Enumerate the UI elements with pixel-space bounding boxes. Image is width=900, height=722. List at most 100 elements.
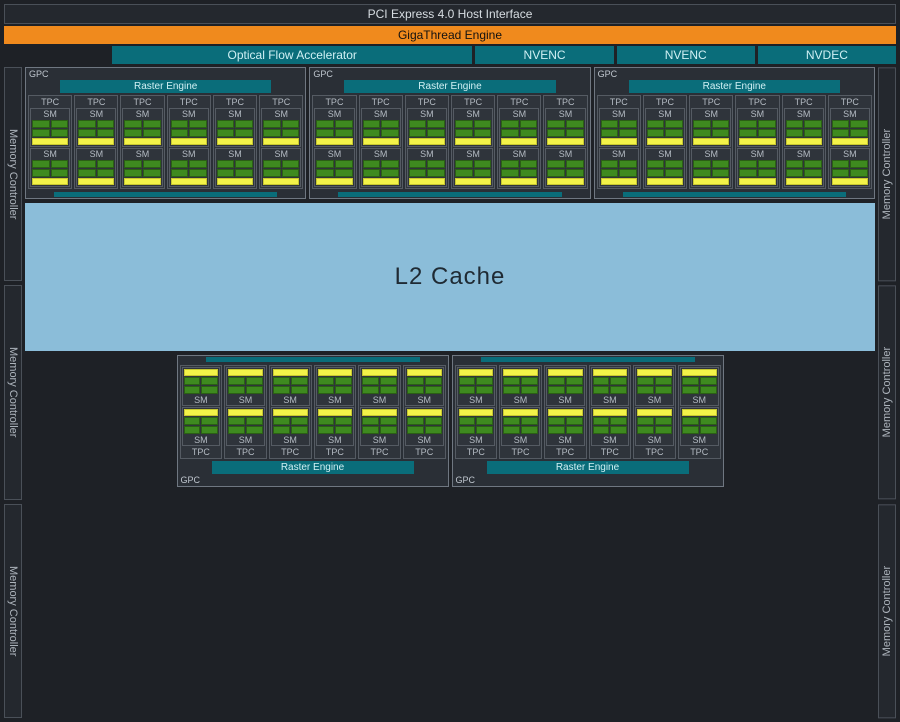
memory-controller: Memory Controller [4, 285, 22, 499]
sm: SM [271, 367, 310, 406]
tpc-label: TPC [500, 447, 541, 458]
tpc-row: SMSMTPCSMSMTPCSMSMTPCSMSMTPCSMSMTPCSMSMT… [453, 363, 723, 459]
tpc: TPC SM SM [213, 95, 257, 189]
raster-engine: Raster Engine [487, 461, 689, 474]
sm-label: SM [124, 109, 160, 119]
sm-label: SM [832, 149, 868, 159]
sm-label: SM [637, 395, 672, 405]
sm: SM [261, 108, 301, 147]
sm-label: SM [601, 149, 637, 159]
memory-controller: Memory Controller [878, 504, 896, 718]
tpc-label: TPC [690, 96, 732, 107]
tpc: TPCSMSM [782, 95, 826, 189]
l2-cache: L2 Cache [25, 203, 875, 351]
main-row: Memory Controller Memory Controller Memory… [4, 67, 896, 718]
tpc: SMSMTPC [358, 365, 401, 459]
sm: SM [501, 407, 540, 446]
sm: SM [271, 407, 310, 446]
tpc-label: TPC [214, 96, 256, 107]
gpc: GPCRaster EngineTPCSMSMTPCSMSMTPCSMSMTPC… [25, 67, 306, 199]
memory-controller: Memory Controller [4, 504, 22, 718]
tpc: TPCSMSM [259, 95, 303, 189]
sm-label: SM [407, 435, 442, 445]
sm-label: SM [409, 149, 445, 159]
sm: SM [122, 108, 162, 147]
gpc: GPCSMSMTPCSMSMTPCSMSMTPCSMSMTPCSMSMTPCSM… [452, 355, 724, 487]
sm: SM [546, 407, 585, 446]
sm: SM [314, 148, 354, 187]
sm: SM [501, 367, 540, 406]
tpc: TPCSMSM [74, 95, 118, 189]
tpc: TPCSMSM [28, 95, 72, 189]
sm-label: SM [548, 395, 583, 405]
sm-label: SM [786, 149, 822, 159]
sm: SM [737, 148, 777, 187]
sm: SM [316, 407, 355, 446]
raster-engine: Raster Engine [629, 80, 840, 93]
tpc-label: TPC [29, 96, 71, 107]
sm: SM [30, 148, 70, 187]
sm-label: SM [78, 109, 114, 119]
nvenc-block-2: NVENC [617, 46, 755, 64]
tpc: TPCSMSM [828, 95, 872, 189]
tpc: TPCSMSM [451, 95, 495, 189]
sm: SM [405, 367, 444, 406]
sm-label: SM [501, 109, 537, 119]
tpc: TPCSMSM [597, 95, 641, 189]
tpc-label: TPC [260, 96, 302, 107]
tpc-label: TPC [406, 96, 448, 107]
sm-label: SM [318, 435, 353, 445]
sm: SM [457, 407, 496, 446]
sm-label: SM [217, 109, 253, 119]
sm-label: SM [363, 109, 399, 119]
sm-label: SM [601, 109, 637, 119]
tpc-label: TPC [679, 447, 720, 458]
center-column: GPCRaster EngineTPCSMSMTPCSMSMTPCSMSMTPC… [25, 67, 875, 718]
pci-host-interface: PCI Express 4.0 Host Interface [4, 4, 896, 24]
sm-label: SM [171, 149, 207, 159]
tpc: SMSMTPC [180, 365, 223, 459]
tpc-label: TPC [452, 96, 494, 107]
sm: SM [635, 367, 674, 406]
sm: SM [591, 367, 630, 406]
tpc-row: TPCSMSMTPCSMSMTPCSMSMTPCSMSMTPCSMSMTPCSM… [595, 95, 874, 191]
tpc-label: TPC [644, 96, 686, 107]
sm: SM [545, 108, 585, 147]
tpc: SMSMTPC [633, 365, 676, 459]
sm: SM [169, 148, 209, 187]
rop-bar [481, 357, 695, 362]
sm: SM [645, 148, 685, 187]
tpc-label: TPC [545, 447, 586, 458]
sm-label: SM [184, 395, 219, 405]
sm-label: SM [228, 435, 263, 445]
rop-bar [623, 192, 846, 197]
memory-controller: Memory Controller [878, 285, 896, 499]
sm-label: SM [263, 149, 299, 159]
sm: SM [830, 108, 870, 147]
sm: SM [76, 148, 116, 187]
sm-label: SM [786, 109, 822, 119]
sm: SM [453, 148, 493, 187]
sm: SM [546, 367, 585, 406]
sm-label: SM [682, 435, 717, 445]
tpc-row: TPCSMSMTPCSMSMTPCSMSMTPCSMSMTPCSMSMTPCSM… [310, 95, 589, 191]
sm-label: SM [832, 109, 868, 119]
sm-label: SM [593, 435, 628, 445]
tpc: SM SM TPC [678, 365, 721, 459]
tpc-label: TPC [225, 447, 266, 458]
sm: SM [680, 367, 719, 406]
sm: SM [591, 407, 630, 446]
tpc-label: TPC [544, 96, 586, 107]
rop-bar [206, 357, 420, 362]
sm-label: SM [693, 109, 729, 119]
sm: SM [645, 108, 685, 147]
tpc: TPCSMSM [689, 95, 733, 189]
sm: SM [314, 108, 354, 147]
sm-label: SM [184, 435, 219, 445]
sm-label: SM [171, 109, 207, 119]
sm-label: SM [459, 395, 494, 405]
memory-controllers-right: Memory ControllerMemory ControllerMemory… [878, 67, 896, 718]
sm: SM [499, 148, 539, 187]
gpc-label: GPC [313, 69, 333, 79]
sm-label: SM [217, 149, 253, 159]
